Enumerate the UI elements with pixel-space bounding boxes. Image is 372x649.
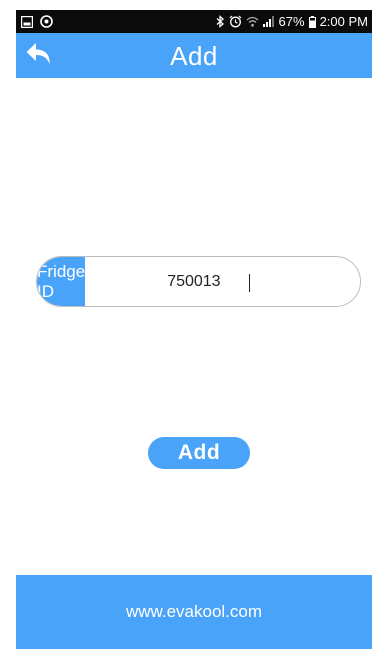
- battery-icon: [308, 15, 316, 28]
- fridge-id-field-group: Fridge ID: [36, 256, 361, 307]
- alarm-icon: [229, 15, 242, 28]
- bluetooth-icon: [216, 15, 225, 28]
- status-right-icons: 67% 2:00 PM: [216, 14, 368, 29]
- footer-bar: www.evakool.com: [16, 575, 372, 649]
- footer-website-link[interactable]: www.evakool.com: [126, 602, 262, 622]
- fridge-id-label: Fridge ID: [37, 257, 86, 306]
- page-title: Add: [170, 41, 218, 71]
- text-caret: [249, 274, 250, 292]
- signal-icon: [262, 16, 275, 27]
- wifi-icon: [246, 16, 259, 27]
- fridge-id-input[interactable]: [85, 257, 360, 306]
- app-header: Add: [16, 33, 372, 78]
- add-button[interactable]: Add: [148, 437, 250, 469]
- app-screen: 67% 2:00 PM Add Fridge ID Add www.evakoo…: [16, 10, 372, 649]
- status-left-icons: [21, 15, 53, 28]
- status-time: 2:00 PM: [319, 14, 368, 29]
- sync-icon: [40, 15, 53, 28]
- status-bar: 67% 2:00 PM: [16, 10, 372, 33]
- battery-percent: 67%: [278, 14, 305, 29]
- gallery-icon: [21, 15, 33, 28]
